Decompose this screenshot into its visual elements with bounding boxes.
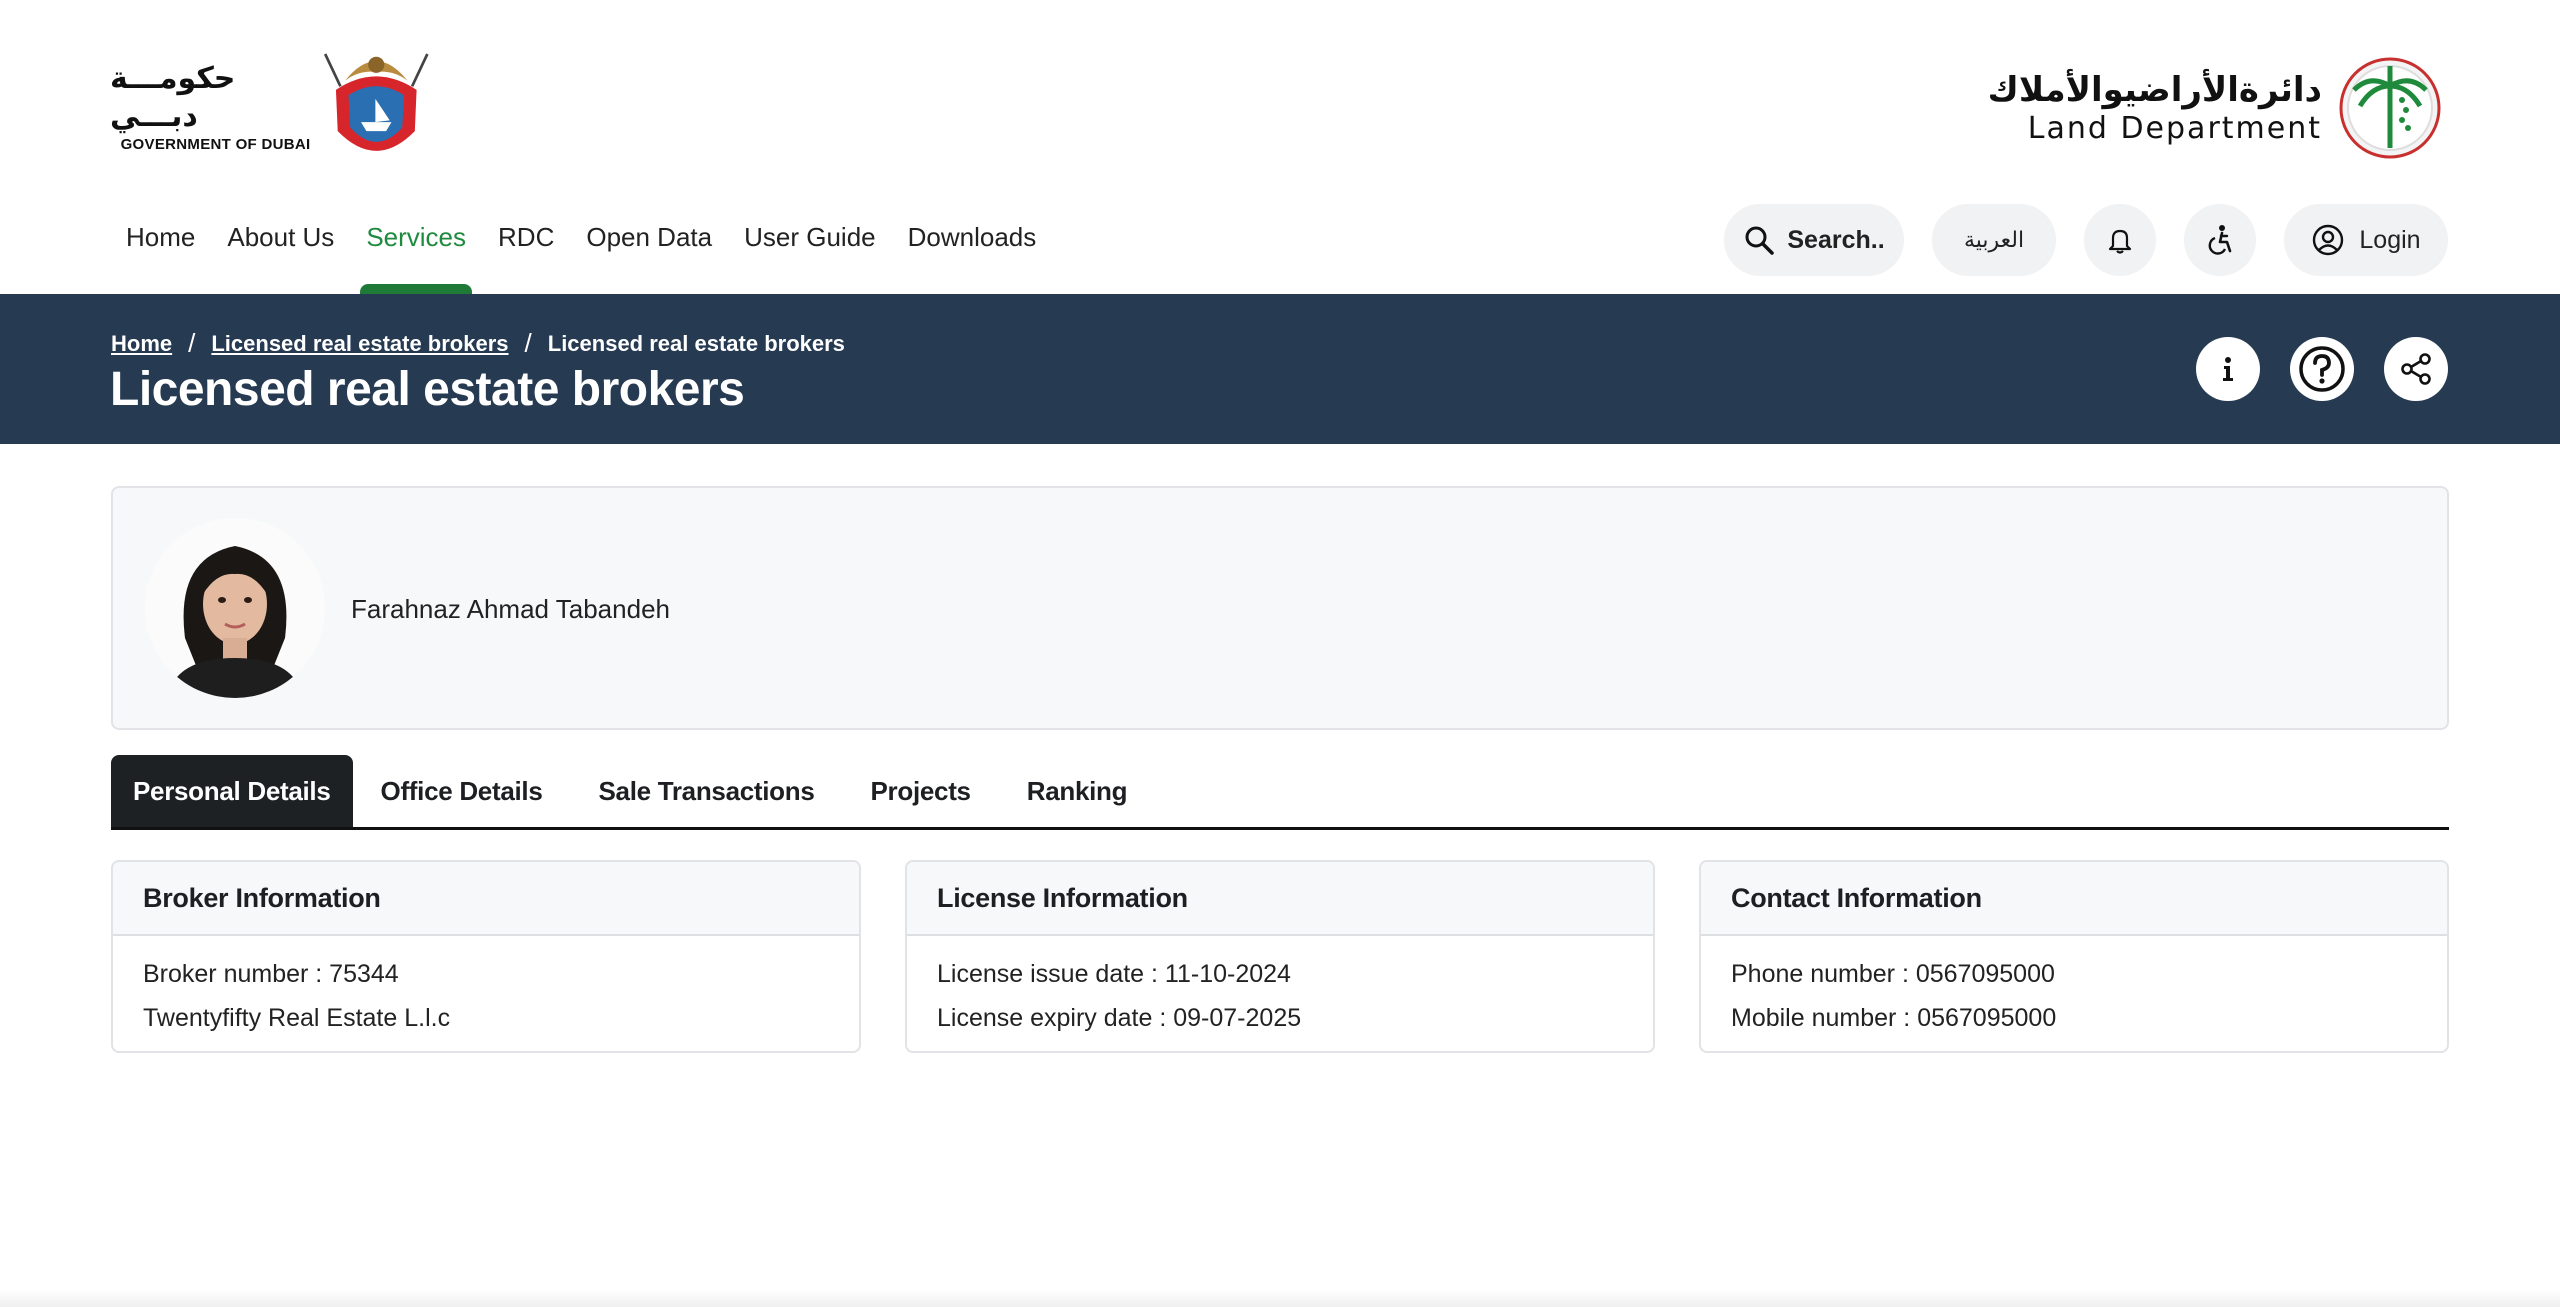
nav-item-downloads[interactable]: Downloads [892, 200, 1053, 294]
dld-logo-text: دائرةالأراضيوالأملاك Land Department [1988, 69, 2322, 147]
notifications-button[interactable] [2084, 204, 2156, 276]
broker-tabs: Personal Details Office Details Sale Tra… [111, 755, 2449, 830]
broker-avatar [145, 518, 325, 698]
tab-office-details[interactable]: Office Details [353, 755, 571, 827]
login-label: Login [2359, 225, 2421, 254]
gov-logo-text: حكومـــة دبـــي GOVERNMENT OF DUBAI [110, 60, 310, 153]
government-of-dubai-logo[interactable]: حكومـــة دبـــي GOVERNMENT OF DUBAI [110, 38, 435, 174]
nav-item-rdc[interactable]: RDC [482, 200, 570, 294]
phone-number: Phone number : 0567095000 [1731, 960, 2055, 988]
broker-profile-card: Farahnaz Ahmad Tabandeh [111, 486, 2449, 730]
page-bottom-edge [0, 1289, 2560, 1307]
dld-logo-english: Land Department [2027, 111, 2322, 146]
breadcrumb-separator: / [188, 328, 196, 358]
share-button[interactable] [2384, 337, 2448, 401]
breadcrumb-home-link[interactable]: Home [111, 331, 172, 357]
gov-logo-english: GOVERNMENT OF DUBAI [120, 135, 311, 153]
breadcrumb-separator: / [524, 328, 532, 358]
info-icon [2223, 357, 2233, 381]
bell-icon [2108, 229, 2132, 254]
page-title-band: Home / Licensed real estate brokers / Li… [0, 294, 2560, 444]
contact-information-card: Contact Information Phone number : 05670… [1699, 860, 2449, 1053]
license-issue-date: License issue date : 11-10-2024 [937, 960, 1291, 988]
dld-logo-arabic: دائرةالأراضيوالأملاك [1987, 70, 2322, 110]
tab-personal-details[interactable]: Personal Details [111, 755, 353, 827]
breadcrumb: Home / Licensed real estate brokers / Li… [111, 328, 845, 359]
card-body: License issue date : 11-10-2024 License … [907, 936, 1653, 1051]
tab-ranking[interactable]: Ranking [999, 755, 1155, 827]
question-icon [2299, 346, 2345, 392]
palm-tree-emblem-icon [2339, 57, 2441, 159]
broker-company: Twentyfifty Real Estate L.l.c [143, 1004, 451, 1032]
user-circle-icon [2313, 224, 2344, 256]
card-title: Broker Information [113, 862, 859, 936]
card-body: Phone number : 0567095000 Mobile number … [1701, 936, 2447, 1051]
nav-item-home[interactable]: Home [110, 200, 211, 294]
broker-name: Farahnaz Ahmad Tabandeh [351, 594, 670, 624]
search-button[interactable]: Search.. [1724, 204, 1904, 276]
top-header: حكومـــة دبـــي GOVERNMENT OF DUBAI دائر… [0, 0, 2560, 200]
license-information-card: License Information License issue date :… [905, 860, 1655, 1053]
dubai-emblem-icon [324, 53, 430, 151]
main-navigation: Home About Us Services RDC Open Data Use… [110, 200, 1052, 294]
accessibility-button[interactable] [2184, 204, 2256, 276]
person-photo-icon [145, 518, 325, 698]
mobile-number: Mobile number : 0567095000 [1731, 1004, 2057, 1032]
land-department-logo[interactable]: دائرةالأراضيوالأملاك Land Department [1988, 56, 2448, 160]
info-button[interactable] [2196, 337, 2260, 401]
breadcrumb-brokers-link[interactable]: Licensed real estate brokers [211, 331, 508, 357]
page-tools [2196, 337, 2448, 401]
card-body: Broker number : 75344 Twentyfifty Real E… [113, 936, 859, 1051]
license-expiry-date: License expiry date : 09-07-2025 [937, 1004, 1302, 1032]
nav-item-about-us[interactable]: About Us [211, 200, 350, 294]
gov-logo-arabic: حكومـــة دبـــي [110, 60, 236, 134]
tab-projects[interactable]: Projects [843, 755, 999, 827]
login-button[interactable]: Login [2284, 204, 2448, 276]
nav-item-services[interactable]: Services [350, 200, 482, 294]
card-title: Contact Information [1701, 862, 2447, 936]
nav-item-user-guide[interactable]: User Guide [728, 200, 892, 294]
header-actions: Search.. العربية Login [1724, 204, 2448, 276]
tab-sale-transactions[interactable]: Sale Transactions [571, 755, 843, 827]
help-button[interactable] [2290, 337, 2354, 401]
broker-information-card: Broker Information Broker number : 75344… [111, 860, 861, 1053]
accessibility-icon [2208, 225, 2232, 255]
card-title: License Information [907, 862, 1653, 936]
search-icon [1745, 226, 1775, 255]
share-icon [2401, 353, 2431, 385]
breadcrumb-current: Licensed real estate brokers [547, 330, 845, 356]
search-label: Search.. [1787, 225, 1885, 254]
nav-item-open-data[interactable]: Open Data [570, 200, 728, 294]
page-title: Licensed real estate brokers [110, 363, 745, 416]
broker-number: Broker number : 75344 [143, 960, 399, 988]
language-toggle-button[interactable]: العربية [1932, 204, 2056, 276]
